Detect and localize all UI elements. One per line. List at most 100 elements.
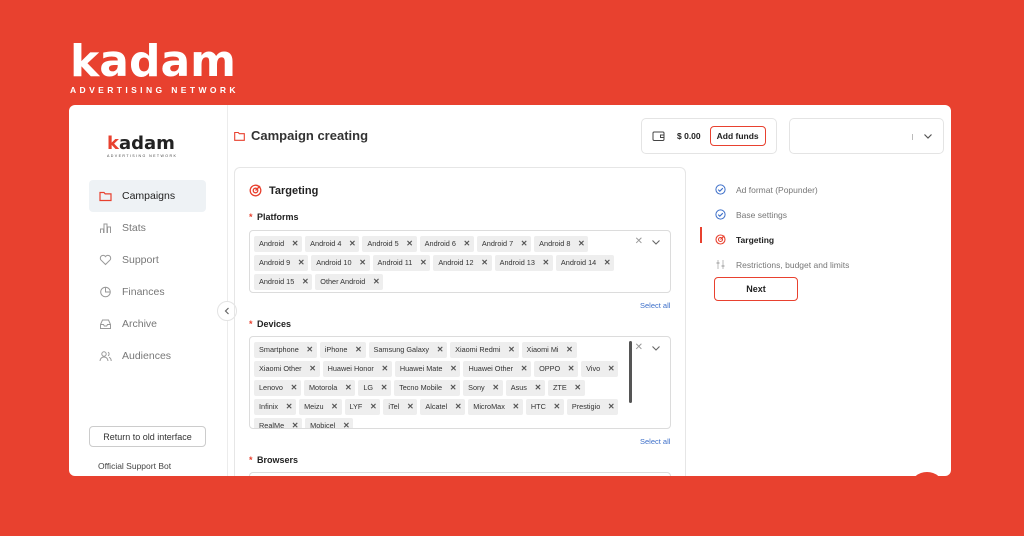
browsers-multiselect[interactable] [249,472,671,476]
remove-chip-icon[interactable]: ✕ [345,239,359,248]
chip-label: MicroMax [473,402,505,411]
heart-icon [98,253,112,267]
sidebar-item-stats[interactable]: Stats [89,212,206,244]
platforms-multiselect[interactable]: Android ✕ Android 4 ✕ Android 5 ✕ Android 6 ✕ An… [249,230,671,293]
chip-label: Infinix [259,402,279,411]
devices-label: * Devices [249,319,291,329]
remove-chip-icon[interactable]: ✕ [574,239,588,248]
next-button[interactable]: Next [714,277,798,301]
remove-chip-icon[interactable]: ✕ [377,383,391,392]
logo-rest: adam [118,133,175,154]
remove-chip-icon[interactable]: ✕ [460,239,474,248]
platforms-select-all-link[interactable]: Select all [640,301,670,310]
remove-chip-icon[interactable]: ✕ [369,277,383,286]
remove-chip-icon[interactable]: ✕ [352,345,366,354]
sidebar-item-audiences[interactable]: Audiences [89,340,206,372]
selected-chip: Motorola ✕ [303,379,356,396]
remove-chip-icon[interactable]: ✕ [604,364,618,373]
step-ad-format[interactable]: Ad format (Popunder) [714,177,849,202]
remove-chip-icon[interactable]: ✕ [505,345,519,354]
step-targeting[interactable]: Targeting [714,227,849,252]
remove-chip-icon[interactable]: ✕ [550,402,564,411]
add-funds-button[interactable]: Add funds [709,126,766,146]
chip-label: Motorola [308,383,338,392]
required-marker: * [249,319,253,329]
chevron-down-icon[interactable] [651,343,661,353]
remove-chip-icon[interactable]: ✕ [288,421,302,428]
selected-chip: Android 13 ✕ [494,254,553,271]
remove-chip-icon[interactable]: ✕ [356,258,370,267]
chip-label: Other Android [320,277,366,286]
chip-label: Lenovo [259,383,283,392]
remove-chip-icon[interactable]: ✕ [478,258,492,267]
chip-label: Smartphone [259,345,299,354]
devices-chip-list: Smartphone ✕ iPhone ✕ Samsung Galaxy ✕ Xiaomi … [254,340,626,429]
remove-chip-icon[interactable]: ✕ [416,258,430,267]
chip-label: Android 14 [560,258,597,267]
remove-chip-icon[interactable]: ✕ [446,364,460,373]
chevron-down-icon[interactable] [651,237,661,247]
devices-select-all-link[interactable]: Select all [640,437,670,446]
remove-chip-icon[interactable]: ✕ [328,402,342,411]
clear-icon[interactable]: ✕ [635,342,643,353]
selected-chip: iPhone ✕ [319,341,366,358]
account-select[interactable] [789,118,944,154]
remove-chip-icon[interactable]: ✕ [531,383,545,392]
remove-chip-icon[interactable]: ✕ [571,383,585,392]
step-restrictions[interactable]: Restrictions, budget and limits [714,252,849,277]
remove-chip-icon[interactable]: ✕ [282,402,296,411]
sidebar-item-support[interactable]: Support [89,244,206,276]
chip-label: Android 11 [377,258,413,267]
chip-label: RealMe [259,421,285,429]
return-old-interface-button[interactable]: Return to old interface [89,426,206,447]
platforms-label-text: Platforms [257,212,299,222]
remove-chip-icon[interactable]: ✕ [600,258,614,267]
selected-chip: LG ✕ [358,379,392,396]
target-icon [249,184,262,197]
remove-chip-icon[interactable]: ✕ [403,239,417,248]
remove-chip-icon[interactable]: ✕ [517,239,531,248]
wizard-steps: Ad format (Popunder) Base settings Targe… [714,177,849,277]
remove-chip-icon[interactable]: ✕ [341,383,355,392]
remove-chip-icon[interactable]: ✕ [604,402,618,411]
remove-chip-icon[interactable]: ✕ [446,383,460,392]
remove-chip-icon[interactable]: ✕ [378,364,392,373]
support-bot-link[interactable]: Official Support Bot [98,461,171,471]
chat-widget-button[interactable] [907,470,947,476]
remove-chip-icon[interactable]: ✕ [509,402,523,411]
remove-chip-icon[interactable]: ✕ [294,258,308,267]
remove-chip-icon[interactable]: ✕ [298,277,312,286]
chip-label: Android 6 [424,239,456,248]
remove-chip-icon[interactable]: ✕ [306,364,320,373]
check-circle-icon [714,184,726,196]
remove-chip-icon[interactable]: ✕ [451,402,465,411]
devices-multiselect[interactable]: Smartphone ✕ iPhone ✕ Samsung Galaxy ✕ Xiaomi … [249,336,671,429]
devices-scrollbar[interactable] [629,341,632,403]
remove-chip-icon[interactable]: ✕ [489,383,503,392]
sidebar-item-campaigns[interactable]: Campaigns [89,180,206,212]
remove-chip-icon[interactable]: ✕ [563,345,577,354]
step-base-settings[interactable]: Base settings [714,202,849,227]
remove-chip-icon[interactable]: ✕ [303,345,317,354]
chip-label: Sony [468,383,485,392]
sidebar-item-label: Stats [122,222,146,234]
remove-chip-icon[interactable]: ✕ [403,402,417,411]
remove-chip-icon[interactable]: ✕ [564,364,578,373]
chip-label: Android 4 [310,239,342,248]
stats-icon [98,221,112,235]
selected-chip: Lenovo ✕ [254,379,301,396]
sidebar-item-finances[interactable]: Finances [89,276,206,308]
remove-chip-icon[interactable]: ✕ [433,345,447,354]
remove-chip-icon[interactable]: ✕ [288,239,302,248]
step-label: Ad format (Popunder) [736,184,818,195]
remove-chip-icon[interactable]: ✕ [339,421,353,428]
clear-icon[interactable]: ✕ [635,236,643,247]
remove-chip-icon[interactable]: ✕ [287,383,301,392]
selected-chip: Android 7 ✕ [476,235,532,252]
remove-chip-icon[interactable]: ✕ [366,402,380,411]
remove-chip-icon[interactable]: ✕ [517,364,531,373]
sidebar-logo[interactable]: kadam ADVERTISING NETWORK [107,133,177,159]
selected-chip: Android 8 ✕ [534,235,589,252]
sidebar-item-archive[interactable]: Archive [89,308,206,340]
remove-chip-icon[interactable]: ✕ [539,258,553,267]
